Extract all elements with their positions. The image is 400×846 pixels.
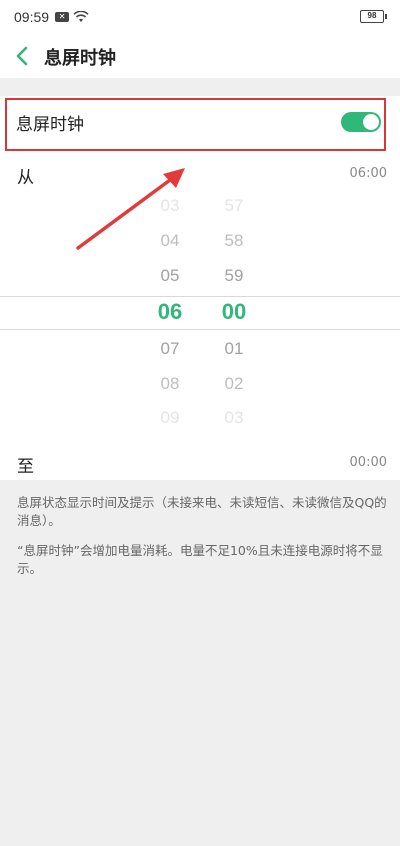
chevron-left-icon[interactable]	[13, 44, 33, 68]
toggle-knob	[363, 114, 379, 130]
picker-hour-item[interactable]: 07	[150, 339, 190, 359]
picker-hour-item[interactable]: 04	[150, 231, 190, 251]
status-bar: 09:59 ✕ 98	[0, 0, 400, 34]
status-icons: ✕	[55, 11, 89, 23]
from-time-value[interactable]: 06:00	[350, 166, 387, 181]
picker-minute-item[interactable]: 57	[214, 196, 254, 216]
notes-section: 息屏状态显示时间及提示（未接来电、未读短信、未读微信及QQ的消息）。 “息屏时钟…	[17, 494, 389, 590]
ambient-clock-label: 息屏时钟	[16, 115, 84, 135]
picker-hour-item[interactable]: 08	[150, 374, 190, 394]
to-time-value[interactable]: 00:00	[350, 455, 387, 470]
ambient-clock-toggle[interactable]	[341, 112, 381, 132]
note-text: 息屏状态显示时间及提示（未接来电、未读短信、未读微信及QQ的消息）。	[17, 495, 387, 528]
sim-icon: ✕	[55, 12, 70, 22]
battery-icon: 98	[360, 10, 387, 23]
to-label: 至	[17, 457, 34, 477]
page-title: 息屏时钟	[44, 48, 116, 69]
ambient-clock-row[interactable]: 息屏时钟	[0, 96, 400, 148]
note-text: “息屏时钟”会增加电量消耗。电量不足10%且未连接电源时将不显示。	[17, 543, 383, 576]
picker-minute-item[interactable]: 58	[214, 231, 254, 251]
picker-minute-item[interactable]: 02	[214, 374, 254, 394]
picker-hour-item[interactable]: 09	[150, 408, 190, 428]
picker-minute-item[interactable]: 59	[214, 266, 254, 286]
picker-minute-item[interactable]: 03	[214, 408, 254, 428]
wifi-icon	[73, 11, 89, 22]
picker-minute-item[interactable]: 00	[214, 299, 254, 325]
status-time: 09:59	[14, 9, 50, 25]
section-divider	[0, 78, 400, 96]
time-picker[interactable]: 03 04 05 06 07 08 09 57 58 59 00 01 02 03	[0, 196, 400, 430]
picker-hour-item[interactable]: 05	[150, 266, 190, 286]
from-label: 从	[17, 168, 34, 188]
header: 息屏时钟	[0, 34, 400, 78]
picker-selection-band	[0, 296, 400, 330]
picker-minute-item[interactable]: 01	[214, 339, 254, 359]
settings-panel: 息屏时钟 从 06:00 03 04 05 06 07 08 09 57 58 59 00 01 02 0…	[0, 96, 400, 480]
picker-hour-item[interactable]: 06	[150, 299, 190, 325]
picker-hour-item[interactable]: 03	[150, 196, 190, 216]
